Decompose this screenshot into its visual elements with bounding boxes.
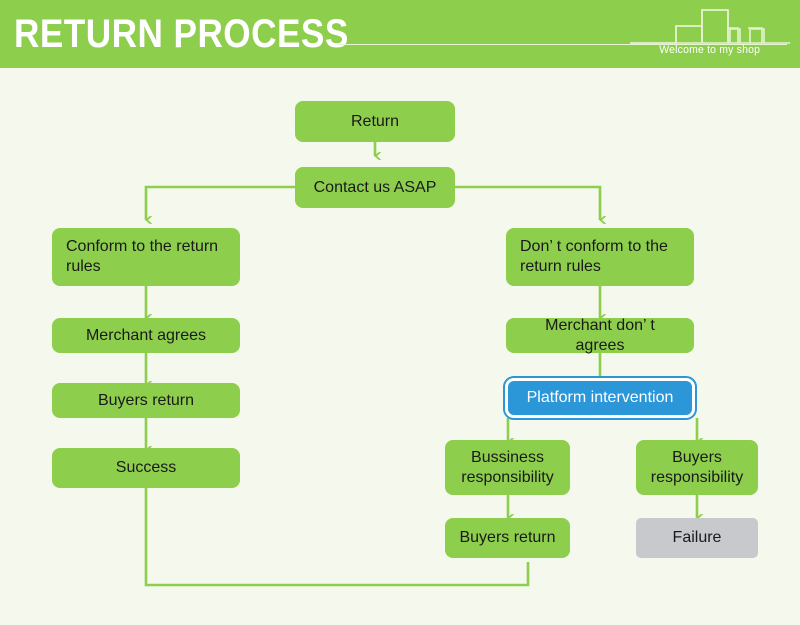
node-buyers-return-right-label: Buyers return [459, 529, 556, 547]
node-buyers-responsibility-label: Buyers responsibility [650, 448, 744, 486]
node-platform-intervention-label: Platform intervention [526, 389, 674, 407]
node-buyers-return-left[interactable]: Buyers return [52, 383, 240, 418]
node-return[interactable]: Return [295, 101, 455, 142]
node-success[interactable]: Success [52, 448, 240, 488]
node-buyers-responsibility[interactable]: Buyers responsibility [636, 440, 758, 495]
node-not-conform-to-return-rules[interactable]: Don’ t conform to the return rules [506, 228, 694, 286]
flowchart-canvas: Return Contact us ASAP Conform to the re… [0, 68, 800, 625]
node-not-conform-to-return-rules-label: Don’ t conform to the return rules [520, 238, 668, 275]
node-contact-us-asap-label: Contact us ASAP [313, 178, 437, 196]
node-contact-us-asap[interactable]: Contact us ASAP [295, 167, 455, 208]
node-success-label: Success [115, 459, 177, 477]
node-merchant-agrees-label: Merchant agrees [85, 326, 207, 344]
node-conform-to-return-rules[interactable]: Conform to the return rules [52, 228, 240, 286]
city-skyline-icon [630, 2, 790, 46]
node-merchant-agrees[interactable]: Merchant agrees [52, 318, 240, 353]
node-business-responsibility-label: Bussiness responsibility [461, 448, 554, 486]
node-buyers-return-right[interactable]: Buyers return [445, 518, 570, 558]
node-merchant-does-not-agree-label: Merchant don’ t agrees [545, 316, 655, 354]
page-header: RETURN PROCESS Welcome to my shop [0, 0, 800, 68]
node-failure[interactable]: Failure [636, 518, 758, 558]
node-buyers-return-left-label: Buyers return [97, 391, 195, 409]
node-business-responsibility[interactable]: Bussiness responsibility [445, 440, 570, 495]
node-conform-to-return-rules-label: Conform to the return rules [66, 238, 219, 275]
node-merchant-does-not-agree[interactable]: Merchant don’ t agrees [506, 316, 694, 354]
header-tagline: Welcome to my shop [659, 44, 760, 56]
node-platform-intervention[interactable]: Platform intervention [503, 376, 697, 420]
node-return-label: Return [350, 112, 400, 130]
node-failure-label: Failure [672, 529, 722, 547]
page-title: RETURN PROCESS [14, 12, 349, 56]
